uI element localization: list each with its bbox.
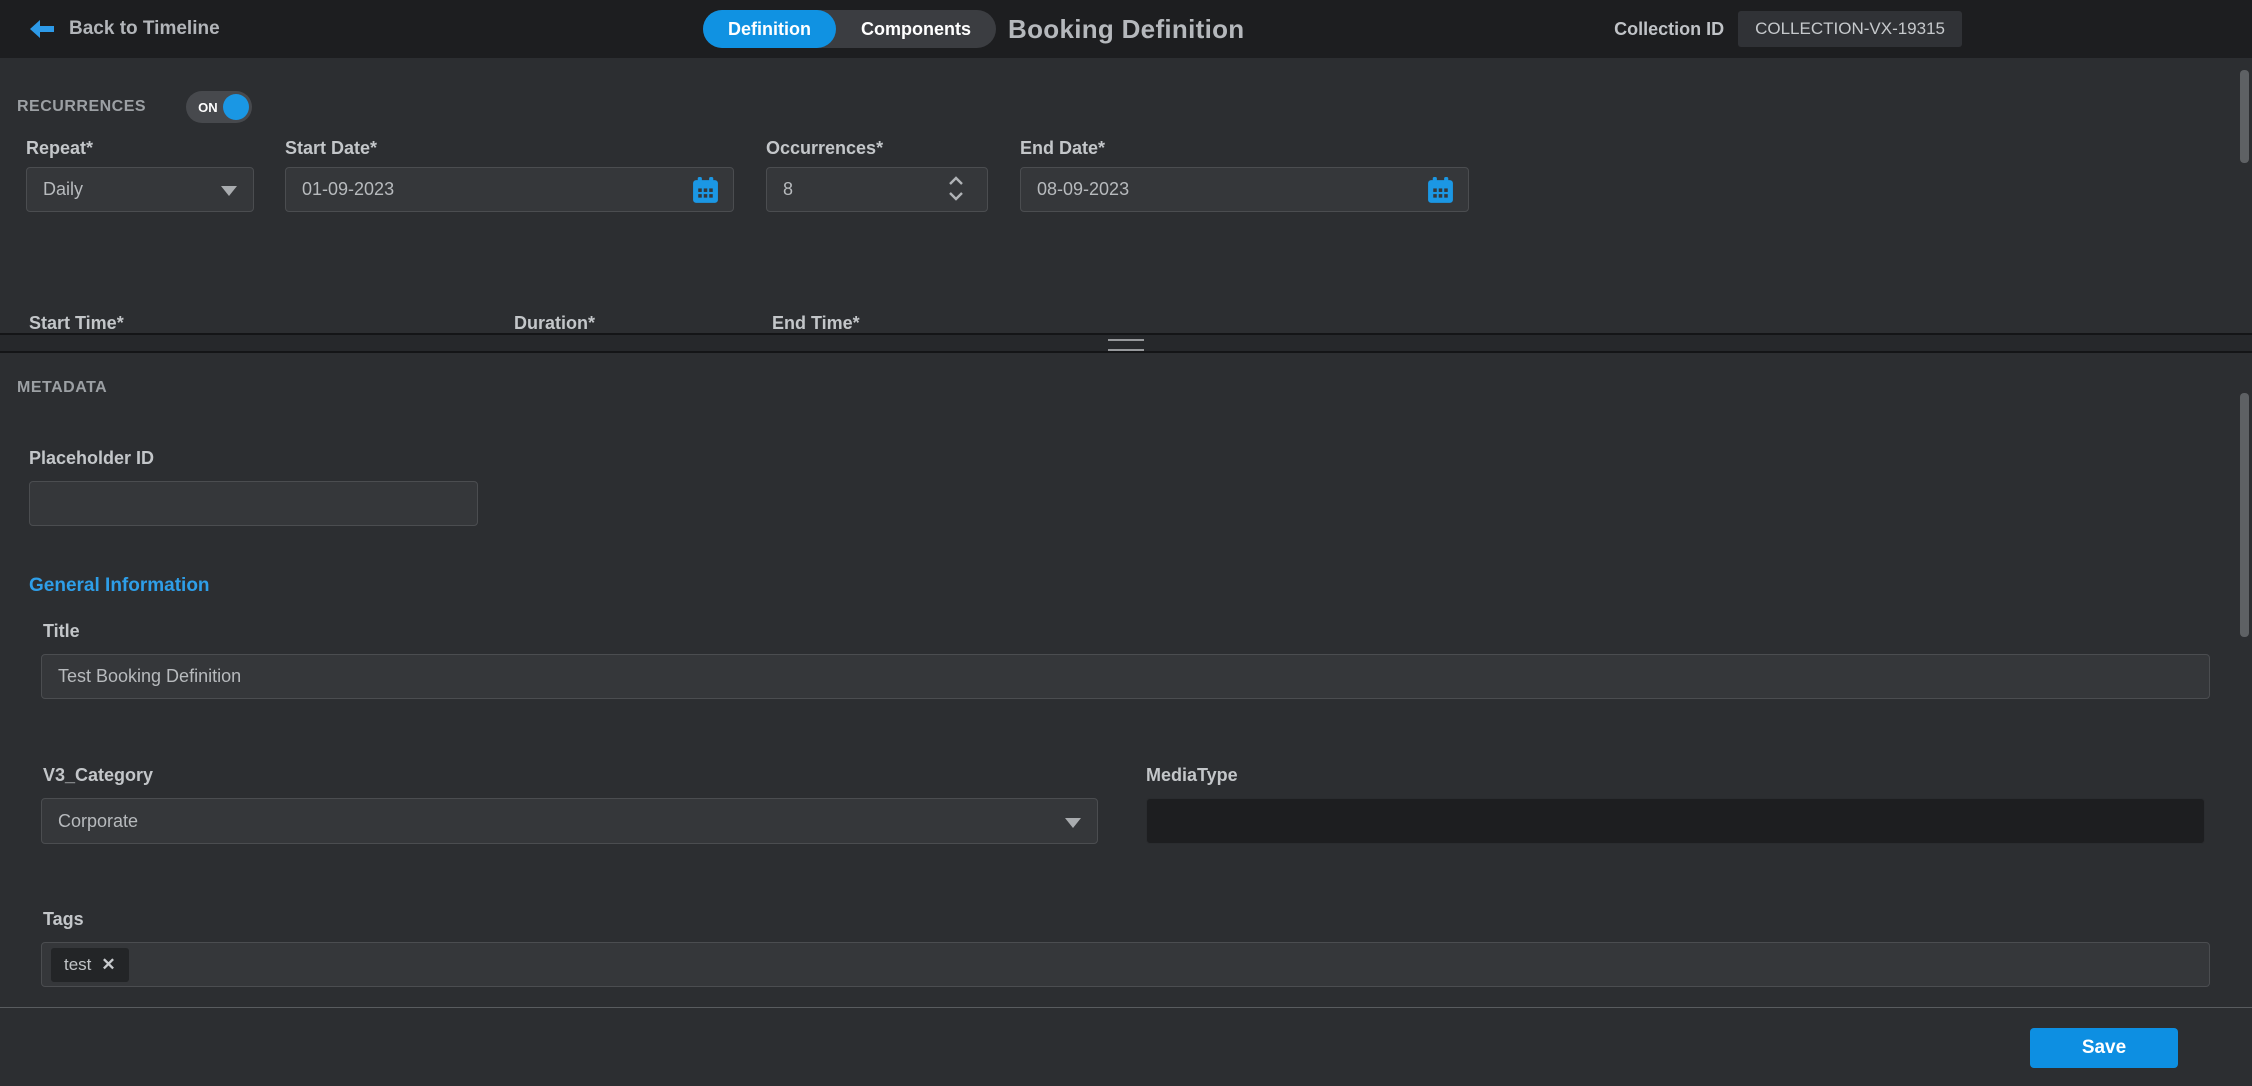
start-time-label: Start Time*	[29, 313, 124, 333]
tab-definition[interactable]: Definition	[703, 10, 836, 48]
end-date-value: 08-09-2023	[1021, 179, 1129, 200]
start-date-input[interactable]: 01-09-2023	[285, 167, 734, 212]
title-value: Test Booking Definition	[42, 666, 241, 687]
start-date-label: Start Date*	[285, 138, 377, 159]
collection-id-group: Collection ID COLLECTION-VX-19315	[1614, 0, 1962, 58]
end-date-label: End Date*	[1020, 138, 1105, 159]
repeat-value: Daily	[27, 179, 83, 200]
title-label: Title	[43, 621, 80, 642]
recurrences-pane: RECURRENCES ON Repeat* Daily Start Date*…	[0, 58, 2252, 333]
view-tabs: Definition Components	[703, 10, 996, 48]
v3-category-label: V3_Category	[43, 765, 153, 786]
tag-chip-text: test	[64, 955, 91, 975]
collection-id-value: COLLECTION-VX-19315	[1738, 11, 1962, 47]
v3-category-select[interactable]: Corporate	[41, 798, 1098, 844]
tab-components[interactable]: Components	[836, 10, 996, 48]
media-type-input[interactable]	[1146, 798, 2205, 844]
title-input[interactable]: Test Booking Definition	[41, 654, 2210, 699]
back-arrow-icon	[30, 19, 54, 39]
scrollbar-thumb[interactable]	[2240, 70, 2249, 163]
back-to-timeline-label: Back to Timeline	[69, 18, 220, 40]
toggle-on-label: ON	[198, 91, 218, 123]
placeholder-id-input[interactable]	[29, 481, 478, 526]
general-information-heading[interactable]: General Information	[29, 575, 210, 597]
chip-close-icon[interactable]: ✕	[101, 956, 115, 973]
footer-bar: Save	[0, 1007, 2252, 1086]
calendar-icon[interactable]	[1426, 176, 1455, 210]
calendar-icon[interactable]	[691, 176, 720, 210]
repeat-select[interactable]: Daily	[26, 167, 254, 212]
placeholder-id-label: Placeholder ID	[29, 448, 154, 469]
media-type-label: MediaType	[1146, 765, 1238, 786]
metadata-pane: METADATA Placeholder ID General Informat…	[0, 353, 2252, 1007]
tag-chip: test ✕	[51, 948, 129, 982]
back-to-timeline-button[interactable]: Back to Timeline	[30, 0, 220, 58]
tags-label: Tags	[43, 909, 84, 930]
toggle-knob	[223, 94, 249, 120]
occurrences-value: 8	[767, 179, 793, 200]
recurrences-section-label: RECURRENCES	[17, 98, 146, 116]
stepper-up-icon	[947, 175, 965, 187]
occurrences-label: Occurrences*	[766, 138, 883, 159]
occurrences-input[interactable]: 8	[766, 167, 988, 212]
tags-input[interactable]: test ✕	[41, 942, 2210, 987]
collection-id-label: Collection ID	[1614, 19, 1724, 40]
chevron-down-icon	[221, 186, 237, 196]
splitter-handle-icon[interactable]	[1108, 339, 1144, 351]
chevron-down-icon	[1065, 818, 1081, 828]
v3-category-value: Corporate	[42, 811, 138, 832]
stepper-down-icon	[947, 190, 965, 202]
save-button[interactable]: Save	[2030, 1028, 2178, 1068]
recurrences-toggle[interactable]: ON	[186, 91, 252, 123]
duration-label: Duration*	[514, 313, 595, 333]
repeat-label: Repeat*	[26, 138, 93, 159]
pane-splitter[interactable]	[0, 333, 2252, 353]
end-date-input[interactable]: 08-09-2023	[1020, 167, 1469, 212]
end-time-label: End Time*	[772, 313, 860, 333]
header-bar: Back to Timeline Definition Components B…	[0, 0, 2252, 58]
scrollbar-thumb[interactable]	[2240, 393, 2249, 637]
start-date-value: 01-09-2023	[286, 179, 394, 200]
booking-definition-window: Back to Timeline Definition Components B…	[0, 0, 2252, 1086]
number-stepper[interactable]	[947, 175, 965, 202]
page-title: Booking Definition	[1008, 0, 1244, 58]
metadata-section-label: METADATA	[17, 379, 107, 397]
